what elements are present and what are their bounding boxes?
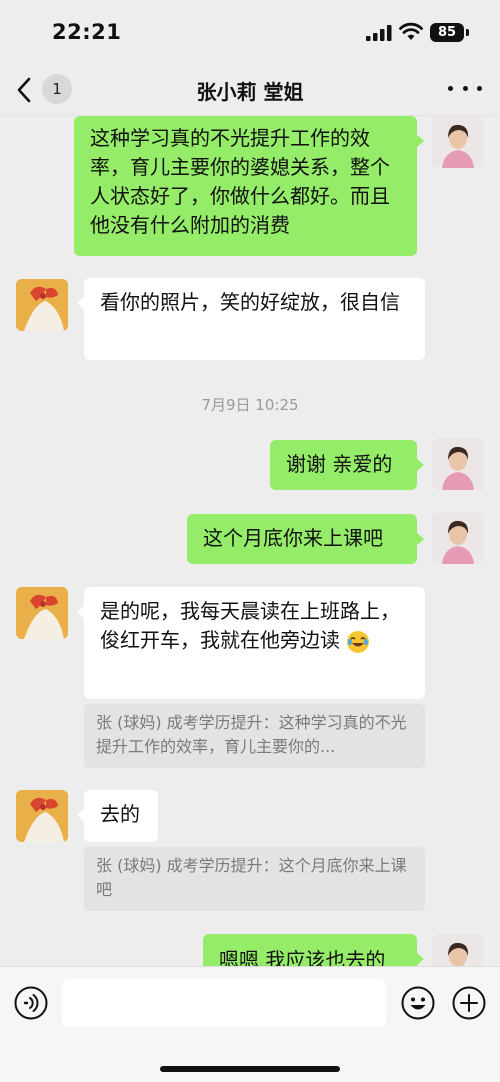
avatar-friend-image	[16, 279, 68, 331]
status-time: 22:21	[52, 20, 122, 44]
more-dots-icon	[462, 85, 468, 91]
avatar-self-image	[432, 934, 484, 966]
nav-bar: 1 张小莉 堂姐	[0, 62, 500, 116]
quoted-text: 张 (球妈) 成考学历提升：这个月底你来上课吧	[96, 856, 407, 899]
battery-level: 85	[437, 25, 457, 40]
avatar-self[interactable]	[432, 116, 484, 168]
avatar-friend[interactable]	[16, 279, 68, 331]
battery-icon: 85	[430, 23, 464, 42]
message-bubble-incoming[interactable]: 去的	[77, 790, 158, 842]
avatar-self-image	[432, 512, 484, 564]
message-input[interactable]	[62, 979, 386, 1027]
avatar-friend-image	[16, 587, 68, 639]
message-text: 谢谢 亲爱的	[286, 452, 393, 476]
chat-area[interactable]: 这种学习真的不光提升工作的效率，育儿主要你的婆媳关系，整个人状态好了，你做什么都…	[0, 116, 500, 966]
message-text: 去的	[100, 802, 140, 826]
wifi-icon	[399, 22, 423, 40]
quoted-reply[interactable]: 张 (球妈) 成考学历提升：这种学习真的不光提升工作的效率，育儿主要你的...	[84, 704, 425, 768]
back-button[interactable]: 1	[16, 74, 76, 106]
message-bubble-outgoing[interactable]: 谢谢 亲爱的	[270, 440, 424, 490]
avatar-self[interactable]	[432, 934, 484, 966]
plus-icon[interactable]	[452, 986, 486, 1020]
message-bubble-outgoing[interactable]: 嗯嗯 我应该也去的	[203, 934, 424, 966]
more-dots-icon	[477, 85, 482, 91]
voice-icon[interactable]	[14, 986, 48, 1020]
chat-title: 张小莉 堂姐	[196, 80, 304, 104]
avatar-friend[interactable]	[16, 587, 68, 639]
signal-icon	[366, 25, 392, 41]
quoted-text: 张 (球妈) 成考学历提升：这种学习真的不光提升工作的效率，育儿主要你的...	[96, 713, 407, 756]
avatar-self-image	[432, 438, 484, 490]
chevron-left-icon	[17, 77, 31, 103]
message-bubble-outgoing[interactable]: 这种学习真的不光提升工作的效率，育儿主要你的婆媳关系，整个人状态好了，你做什么都…	[74, 116, 424, 256]
avatar-self-image	[432, 116, 484, 168]
unread-count-badge: 1	[42, 74, 72, 104]
message-bubble-outgoing[interactable]: 这个月底你来上课吧	[187, 514, 424, 564]
more-button[interactable]	[448, 78, 482, 98]
message-text: 嗯嗯 我应该也去的	[219, 948, 386, 966]
avatar-friend[interactable]	[16, 790, 68, 842]
avatar-self[interactable]	[432, 512, 484, 564]
status-bar: 22:21 85	[0, 0, 500, 62]
battery-tip	[466, 29, 469, 36]
avatar-self[interactable]	[432, 438, 484, 490]
message-bubble-incoming[interactable]: 是的呢，我每天晨读在上班路上，俊红开车，我就在他旁边读	[77, 587, 425, 699]
timestamp: 7月9日 10:25	[201, 396, 299, 414]
quoted-reply[interactable]: 张 (球妈) 成考学历提升：这个月底你来上课吧	[84, 847, 425, 911]
input-bar	[0, 966, 500, 1082]
message-text: 这种学习真的不光提升工作的效率，育儿主要你的婆媳关系，整个人状态好了，你做什么都…	[90, 126, 390, 237]
avatar-friend-image	[16, 790, 68, 842]
message-text: 看你的照片，笑的好绽放，很自信	[100, 290, 400, 314]
emoji-icon[interactable]	[401, 986, 435, 1020]
home-indicator	[160, 1066, 340, 1072]
message-bubble-incoming[interactable]: 看你的照片，笑的好绽放，很自信	[77, 278, 425, 360]
laughing-tears-emoji	[347, 630, 370, 653]
message-text: 这个月底你来上课吧	[203, 526, 383, 550]
more-dots-icon	[448, 85, 453, 91]
